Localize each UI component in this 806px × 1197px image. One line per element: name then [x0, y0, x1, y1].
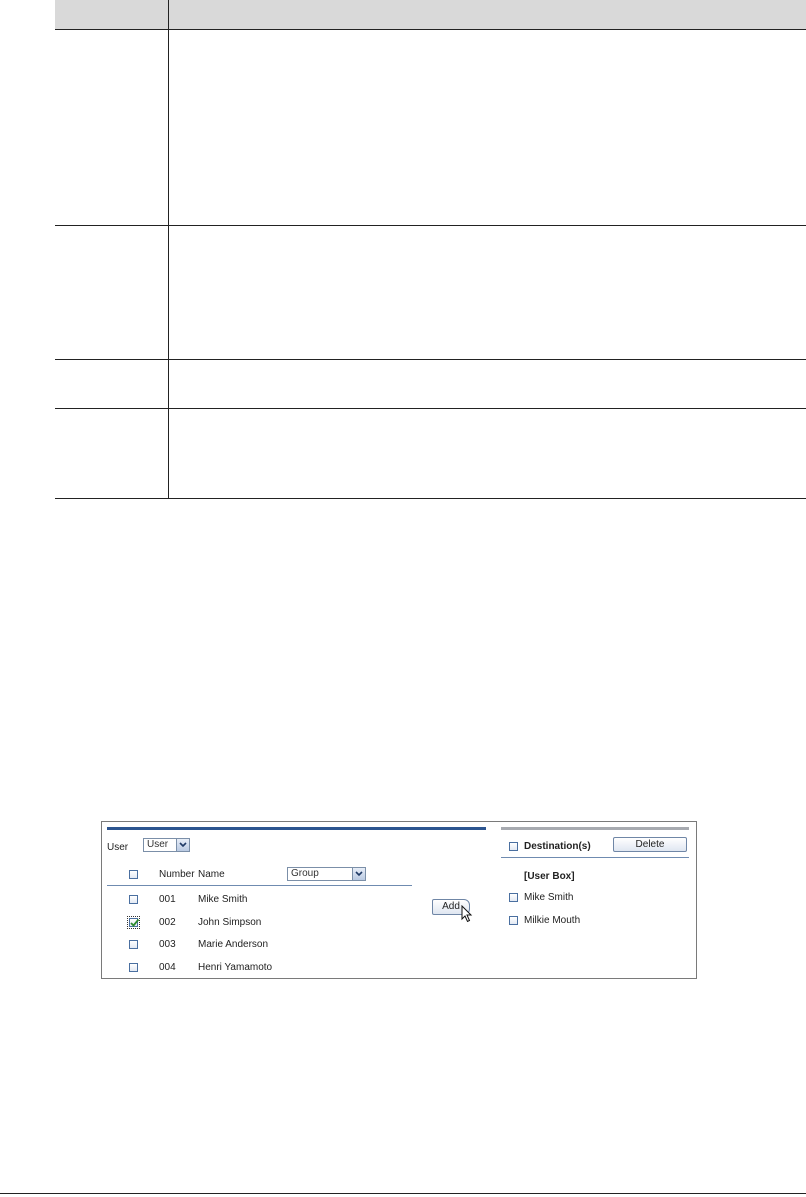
destination-name: Milkie Mouth: [524, 915, 581, 926]
users-select-all-checkbox[interactable]: [129, 870, 138, 879]
table-header-row: [55, 0, 806, 30]
chevron-down-icon: [352, 868, 365, 880]
table-cell: [168, 225, 806, 360]
destination-row-checkbox[interactable]: [509, 916, 518, 925]
number-column-header: Number: [159, 869, 195, 880]
table-header-cell: [168, 0, 806, 30]
destination-name: Mike Smith: [524, 892, 574, 903]
user-row-checkbox[interactable]: [129, 895, 138, 904]
chevron-down-icon: [176, 839, 189, 851]
table-header-cell: [55, 0, 169, 30]
user-label: User: [107, 842, 129, 853]
group-select-value: Group: [291, 868, 319, 879]
user-section-header-bar: [107, 827, 486, 830]
mouse-pointer-icon: [461, 905, 473, 923]
group-select[interactable]: Group: [287, 867, 366, 881]
table-cell: [168, 29, 806, 227]
user-row-checkbox[interactable]: [129, 963, 138, 972]
table-cell: [55, 408, 169, 500]
user-number: 001: [159, 894, 176, 905]
destination-section-header-bar: [501, 827, 689, 830]
user-name: Marie Anderson: [198, 939, 269, 950]
destination-divider: [501, 857, 689, 858]
name-column-header: Name: [198, 869, 225, 880]
table-row: [55, 225, 806, 360]
user-list-divider: [107, 885, 412, 886]
table-cell: [168, 359, 806, 409]
user-number: 002: [159, 917, 176, 928]
table-cell: [168, 408, 806, 500]
table-cell: [55, 359, 169, 409]
table-row: [55, 29, 806, 227]
destination-group-label: [User Box]: [524, 871, 575, 882]
user-number: 003: [159, 939, 176, 950]
user-row-checkbox[interactable]: [129, 918, 140, 927]
table-row: [55, 408, 806, 500]
destination-row-checkbox[interactable]: [509, 893, 518, 902]
table-cell: [55, 29, 169, 227]
table-cell: [55, 225, 169, 360]
user-type-select[interactable]: User: [143, 838, 190, 852]
document-table: [55, 0, 806, 500]
user-destination-panel: User User Destination(s) Delete Number N…: [101, 821, 697, 979]
user-type-select-value: User: [147, 839, 169, 850]
page-bottom-rule: [0, 1193, 806, 1194]
user-number: 004: [159, 962, 176, 973]
user-name: Henri Yamamoto: [198, 962, 273, 973]
user-row-checkbox[interactable]: [129, 940, 138, 949]
user-name: John Simpson: [198, 917, 262, 928]
user-name: Mike Smith: [198, 894, 248, 905]
check-icon: [130, 918, 140, 927]
destinations-select-all-checkbox[interactable]: [509, 842, 518, 851]
destinations-label: Destination(s): [524, 841, 591, 852]
table-row: [55, 359, 806, 409]
delete-button[interactable]: Delete: [613, 837, 687, 852]
